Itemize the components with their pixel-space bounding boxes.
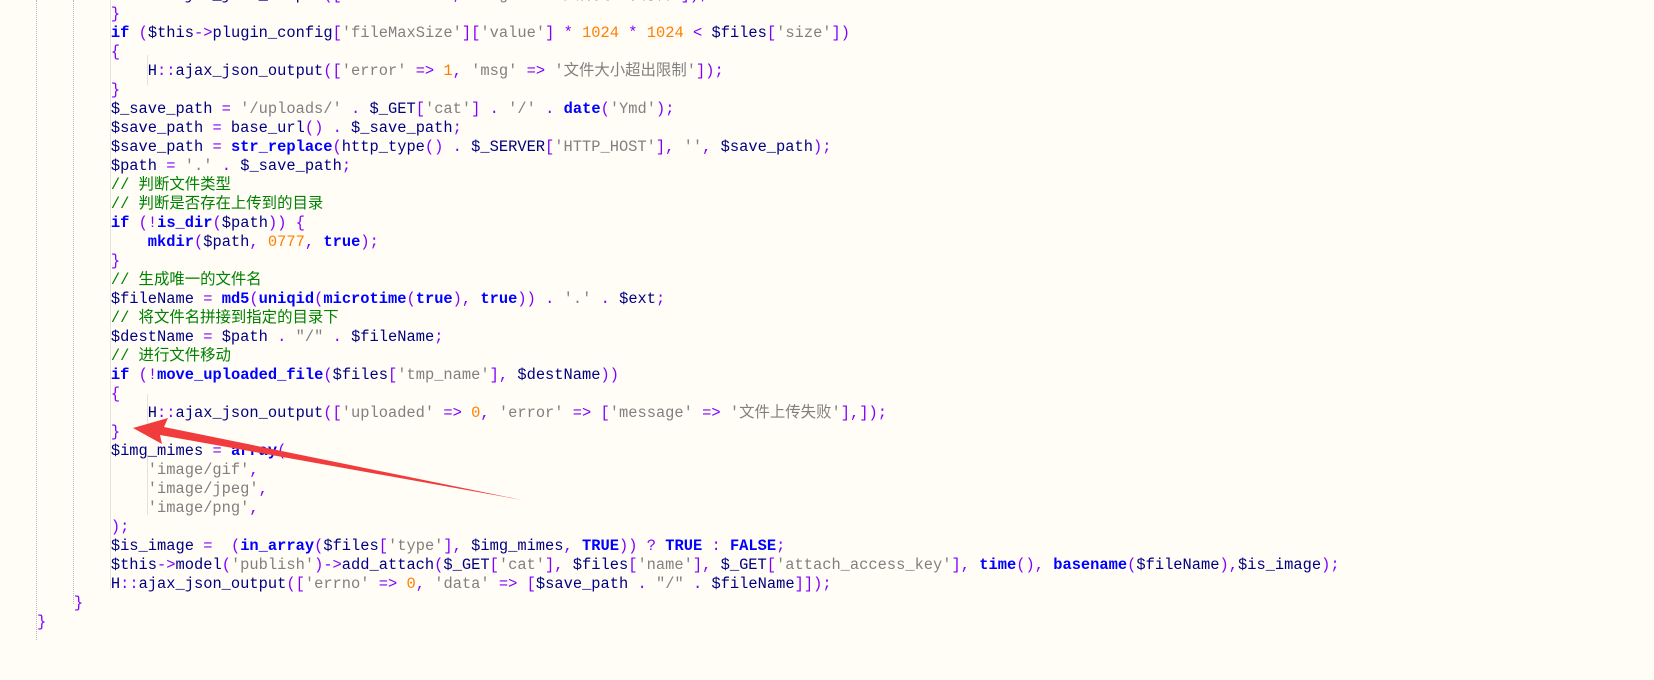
annotation-arrow-icon bbox=[133, 418, 522, 500]
